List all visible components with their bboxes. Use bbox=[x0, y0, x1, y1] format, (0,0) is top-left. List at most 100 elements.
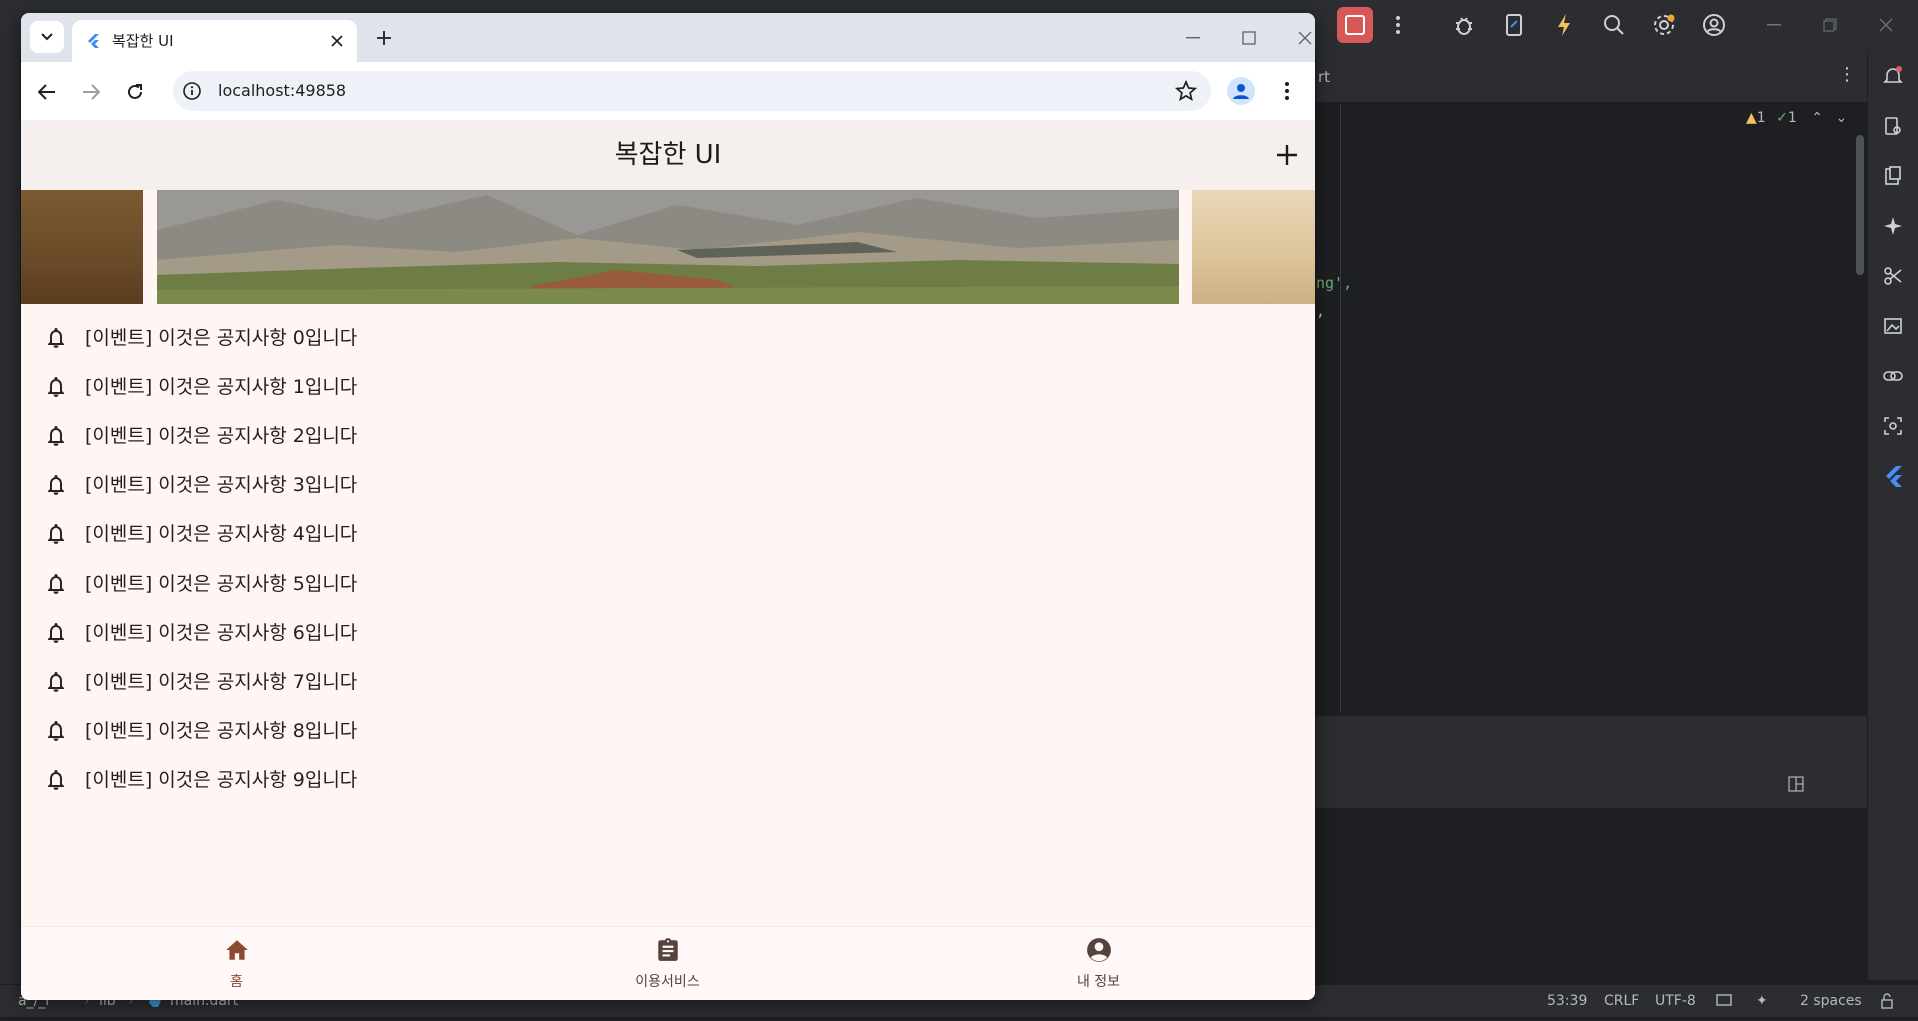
flutter-favicon-icon bbox=[88, 34, 99, 48]
account-circle-icon bbox=[1087, 938, 1111, 962]
maximize-icon bbox=[1242, 31, 1256, 45]
carousel-slide-wood[interactable] bbox=[21, 190, 143, 304]
ide-strip bbox=[1316, 716, 1868, 764]
clipboard-tool-icon[interactable] bbox=[1875, 158, 1911, 194]
tab-title: 복잡한 UI bbox=[112, 32, 174, 50]
arrow-right-icon bbox=[83, 84, 100, 100]
account-icon[interactable] bbox=[1696, 7, 1732, 43]
device-manager-icon[interactable] bbox=[1875, 108, 1911, 144]
clipboard-icon bbox=[658, 938, 678, 961]
new-tab-button[interactable] bbox=[371, 25, 397, 51]
code-line: ng', bbox=[1316, 274, 1353, 292]
address-bar[interactable]: localhost:49858 bbox=[173, 71, 1211, 111]
bell-icon bbox=[44, 621, 68, 645]
warning-count: 1 bbox=[1756, 110, 1766, 126]
search-icon[interactable] bbox=[1596, 7, 1632, 43]
bell-icon bbox=[44, 473, 68, 497]
url-text[interactable]: localhost:49858 bbox=[218, 71, 346, 111]
notifications-icon[interactable] bbox=[1875, 58, 1911, 94]
inspector-icon[interactable] bbox=[1875, 408, 1911, 444]
bell-icon bbox=[44, 326, 68, 350]
image-tool-icon[interactable] bbox=[1875, 308, 1911, 344]
hot-reload-icon[interactable] bbox=[1546, 7, 1582, 43]
ai-sparkle-icon[interactable] bbox=[1875, 208, 1911, 244]
close-icon bbox=[1298, 31, 1312, 45]
close-window-button[interactable] bbox=[1287, 25, 1315, 51]
notice-title: [이벤트] 이것은 공지사항 9입니다 bbox=[85, 768, 358, 791]
browser-tab[interactable]: 복잡한 UI bbox=[72, 20, 357, 62]
minimize-button[interactable] bbox=[1175, 25, 1211, 51]
settings-icon[interactable] bbox=[1646, 7, 1682, 43]
nav-item-services[interactable]: 이용서비스 bbox=[452, 927, 883, 1000]
forward-button[interactable] bbox=[74, 75, 108, 109]
browser-window: 복잡한 UI localhost:49858 복잡한 UI [이벤트] 이것은 … bbox=[21, 13, 1315, 1000]
minimize-icon[interactable] bbox=[1756, 7, 1792, 43]
bell-icon bbox=[44, 572, 68, 596]
code-line: , bbox=[1316, 302, 1326, 320]
inspection-widget[interactable]: ▲1 ✓1 ⌃ ⌄ bbox=[1746, 110, 1847, 126]
chevron-down-icon bbox=[41, 33, 53, 41]
editor-tab-label[interactable]: rt bbox=[1318, 68, 1330, 86]
cursor-position[interactable]: 53:39 bbox=[1547, 985, 1587, 1017]
browser-menu-button[interactable] bbox=[1273, 77, 1301, 105]
reload-icon bbox=[128, 84, 142, 99]
file-encoding[interactable]: UTF-8 bbox=[1655, 985, 1696, 1017]
avatar-icon bbox=[1233, 84, 1249, 99]
readonly-icon[interactable] bbox=[1716, 985, 1732, 1017]
flutter-icon[interactable] bbox=[1875, 458, 1911, 494]
link-tool-icon[interactable] bbox=[1875, 358, 1911, 394]
arrow-left-icon bbox=[38, 84, 55, 100]
stop-button[interactable] bbox=[1337, 7, 1373, 43]
nav-item-profile[interactable]: 내 정보 bbox=[883, 927, 1314, 1000]
ai-assist-icon[interactable]: ✦ bbox=[1756, 985, 1768, 1017]
more-vertical-icon[interactable] bbox=[1380, 7, 1416, 43]
app-root: 복잡한 UI [이벤트] 이것은 공지사항 0입니다 [이벤트] 이것은 공지사… bbox=[21, 120, 1315, 1000]
check-count: 1 bbox=[1787, 110, 1797, 126]
line-separator[interactable]: CRLF bbox=[1604, 985, 1639, 1017]
bell-icon bbox=[44, 719, 68, 743]
device-icon[interactable] bbox=[1496, 7, 1532, 43]
tab-search-button[interactable] bbox=[30, 21, 64, 53]
stop-icon bbox=[1345, 15, 1365, 35]
carousel-slide-mountain[interactable] bbox=[157, 190, 1179, 304]
tool-window-header bbox=[1316, 764, 1868, 809]
image-carousel[interactable] bbox=[21, 190, 1315, 304]
back-button[interactable] bbox=[30, 75, 64, 109]
carousel-slide-desert[interactable] bbox=[1192, 190, 1315, 304]
nav-label: 홈 bbox=[230, 974, 243, 990]
chevron-down-icon[interactable]: ⌄ bbox=[1835, 110, 1847, 126]
lock-icon[interactable] bbox=[1880, 985, 1894, 1017]
profile-button[interactable] bbox=[1227, 77, 1255, 105]
mountain-landscape-image bbox=[157, 190, 1179, 304]
bookmark-star-icon[interactable] bbox=[1175, 80, 1197, 102]
restore-icon[interactable] bbox=[1812, 7, 1848, 43]
code-editor[interactable] bbox=[1316, 50, 1868, 714]
editor-tab-bar: rt ⋮ bbox=[1316, 50, 1868, 103]
layout-icon[interactable] bbox=[1788, 776, 1804, 796]
minimize-icon bbox=[1186, 37, 1200, 39]
indent-setting[interactable]: 2 spaces bbox=[1800, 985, 1862, 1017]
maximize-button[interactable] bbox=[1231, 25, 1267, 51]
close-icon bbox=[331, 35, 343, 47]
editor-scrollbar[interactable] bbox=[1856, 135, 1864, 275]
tab-close-button[interactable] bbox=[327, 31, 347, 51]
plus-icon bbox=[377, 31, 391, 45]
debug-icon[interactable] bbox=[1446, 7, 1482, 43]
scissors-icon[interactable] bbox=[1875, 258, 1911, 294]
warning-icon: ▲ bbox=[1746, 110, 1757, 126]
bell-icon bbox=[44, 522, 68, 546]
close-icon[interactable] bbox=[1868, 7, 1904, 43]
nav-item-home[interactable]: 홈 bbox=[21, 927, 452, 1000]
ide-left-toolbar bbox=[0, 50, 20, 984]
info-icon[interactable] bbox=[182, 81, 202, 101]
bottom-navigation: 홈 이용서비스 내 정보 bbox=[21, 926, 1315, 1000]
chevron-up-icon[interactable]: ⌃ bbox=[1811, 110, 1823, 126]
add-button[interactable] bbox=[1269, 137, 1305, 173]
reload-button[interactable] bbox=[118, 75, 152, 109]
check-icon: ✓ bbox=[1776, 110, 1788, 126]
notice-item[interactable]: [이벤트] 이것은 공지사항 9입니다 bbox=[21, 750, 1315, 810]
tab-menu-icon[interactable]: ⋮ bbox=[1838, 64, 1856, 85]
bell-icon bbox=[44, 670, 68, 694]
page-title: 복잡한 UI bbox=[614, 140, 722, 170]
bell-icon bbox=[44, 768, 68, 792]
